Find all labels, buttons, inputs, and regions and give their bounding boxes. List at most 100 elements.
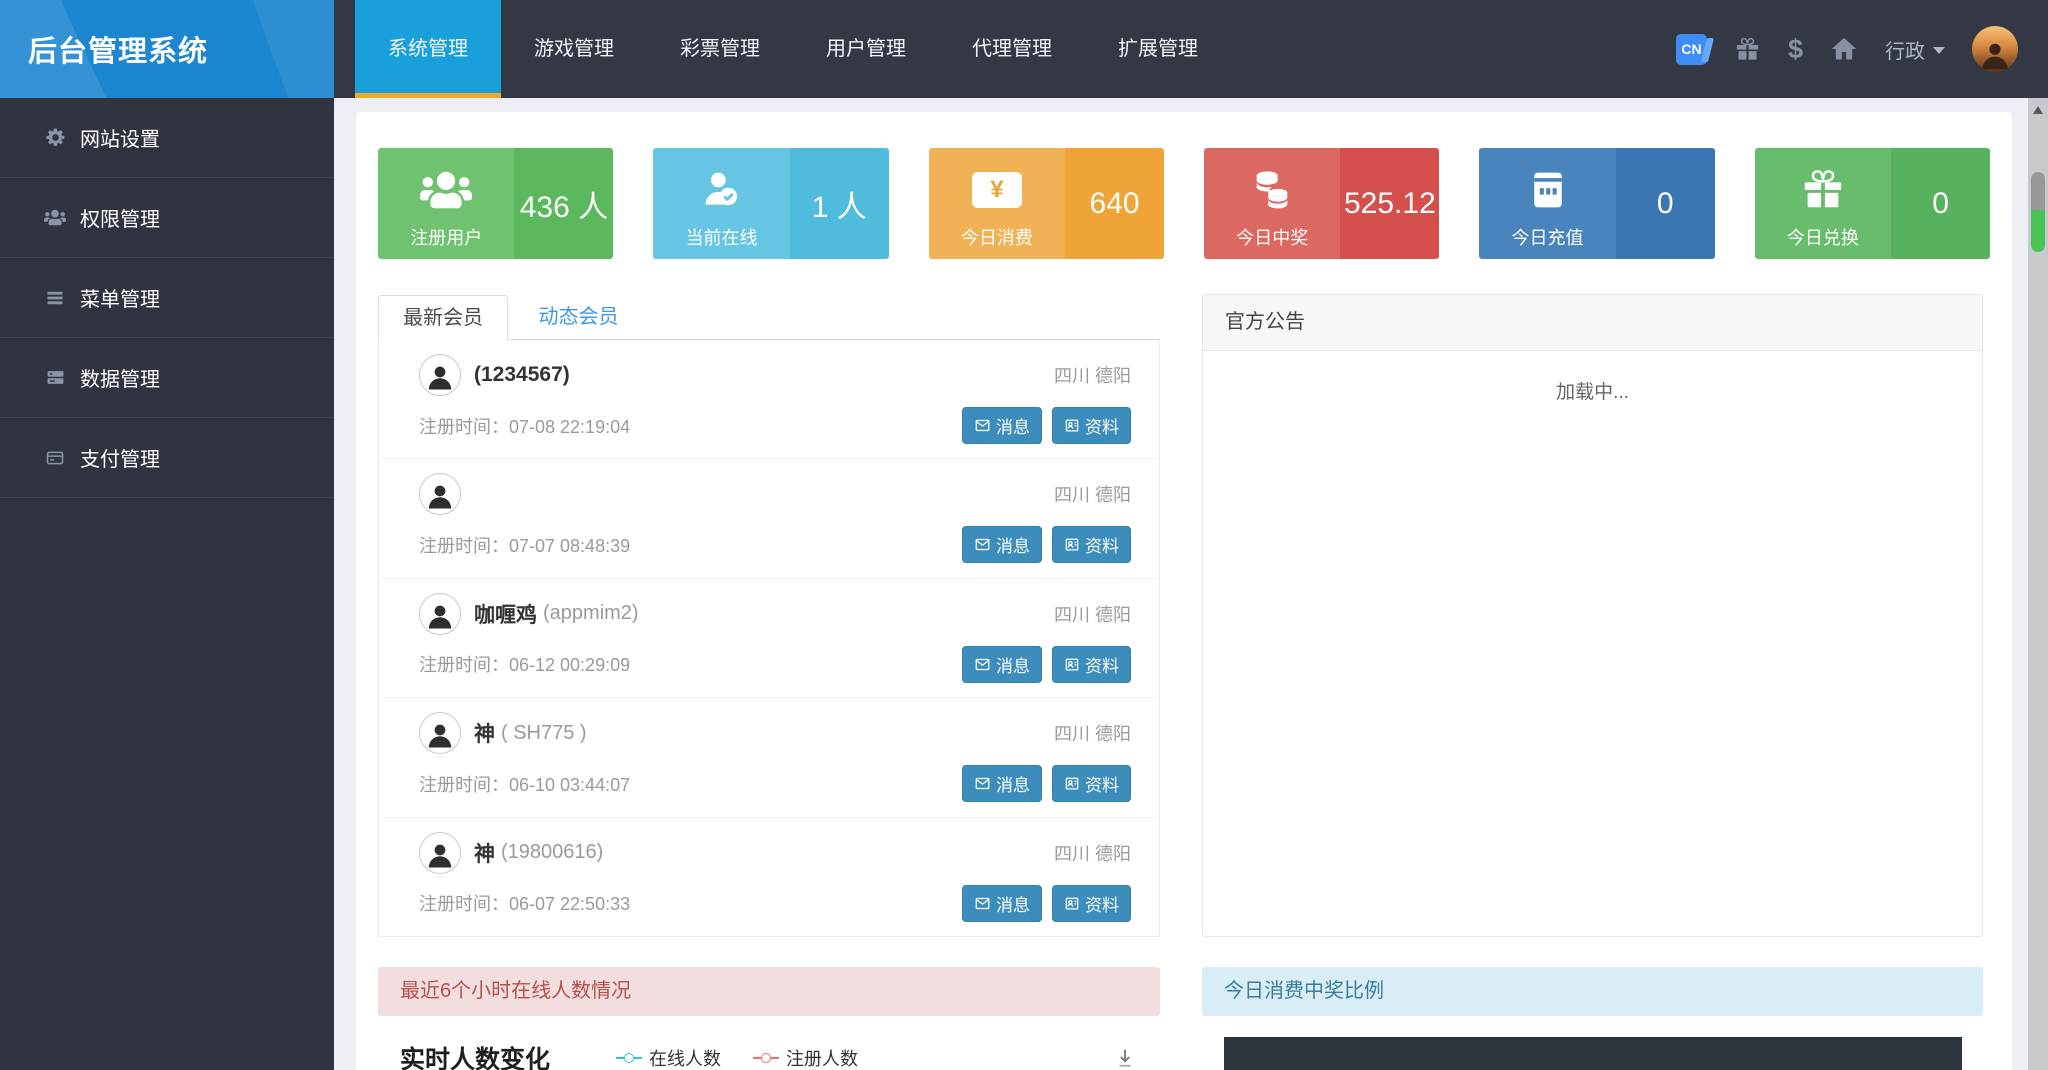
user-check-icon <box>699 162 745 218</box>
member-account: (appmim2) <box>543 602 639 625</box>
stat-value: 525.12 <box>1340 148 1439 259</box>
legend-online-users[interactable]: 在线人数 <box>616 1045 721 1070</box>
message-button[interactable]: 消息 <box>962 765 1042 802</box>
stat-label: 今日充值 <box>1512 224 1584 250</box>
sidebar-item-payment[interactable]: 支付管理 <box>0 418 334 498</box>
nav-tab-label: 用户管理 <box>826 38 906 60</box>
download-icon[interactable] <box>1114 1046 1136 1070</box>
legend-label: 注册人数 <box>786 1045 858 1070</box>
stat-card-today-winnings: 今日中奖 525.12 <box>1204 148 1439 259</box>
active-tab-underline <box>355 93 501 98</box>
calculator-icon <box>1526 162 1570 218</box>
stat-label: 注册用户 <box>410 224 482 250</box>
stat-label: 今日中奖 <box>1236 224 1308 250</box>
nav-tab-label: 游戏管理 <box>534 38 614 60</box>
users-icon <box>420 162 472 218</box>
member-row: 神 ( SH775 ) 四川 德阳 注册时间：06-10 03:44:07 消息… <box>379 698 1159 817</box>
stats-row: 注册用户 436 人 当前在线 1 人 ¥ 今日消费 640 <box>378 148 1990 259</box>
scroll-up-arrow-icon[interactable] <box>2033 106 2043 114</box>
legend-marker-icon <box>753 1053 779 1063</box>
app-title: 后台管理系统 <box>28 28 208 70</box>
realtime-chart-header: 实时人数变化 在线人数 注册人数 <box>378 1028 1160 1070</box>
member-account: (19800616) <box>501 841 603 864</box>
nav-tab-user[interactable]: 用户管理 <box>793 0 939 98</box>
realtime-chart-title: 实时人数变化 <box>400 1040 550 1070</box>
member-row: 神 (19800616) 四川 德阳 注册时间：06-07 22:50:33 消… <box>379 818 1159 936</box>
message-button[interactable]: 消息 <box>962 526 1042 563</box>
top-header: 后台管理系统 系统管理 游戏管理 彩票管理 用户管理 代理管理 扩展管理 CN … <box>0 0 2048 98</box>
home-icon[interactable] <box>1830 35 1858 63</box>
member-name: 咖喱鸡 <box>474 599 537 629</box>
envelope-icon <box>974 776 991 791</box>
profile-button[interactable]: 资料 <box>1052 765 1131 802</box>
message-button[interactable]: 消息 <box>962 646 1042 683</box>
member-location: 四川 德阳 <box>1054 481 1131 507</box>
register-time-label: 注册时间： <box>419 655 509 675</box>
gift-icon[interactable] <box>1734 36 1761 63</box>
language-badge-icon[interactable]: CN <box>1676 34 1707 65</box>
nav-tab-label: 彩票管理 <box>680 38 760 60</box>
members-tab-bar: 最新会员 动态会员 <box>378 294 1160 340</box>
database-icon <box>44 368 66 387</box>
online-hours-banner-text: 最近6个小时在线人数情况 <box>400 980 631 1002</box>
profile-button[interactable]: 资料 <box>1052 407 1131 444</box>
envelope-icon <box>974 418 991 433</box>
announcement-panel: 官方公告 加载中... <box>1202 294 1983 937</box>
profile-button[interactable]: 资料 <box>1052 885 1131 922</box>
sidebar-item-data[interactable]: 数据管理 <box>0 338 334 418</box>
register-time-value: 06-07 22:50:33 <box>509 894 630 914</box>
sidebar-item-label: 菜单管理 <box>80 283 160 312</box>
stat-card-today-consumption: ¥ 今日消费 640 <box>929 148 1164 259</box>
member-avatar <box>419 354 461 396</box>
message-button[interactable]: 消息 <box>962 407 1042 444</box>
content-panel: 注册用户 436 人 当前在线 1 人 ¥ 今日消费 640 <box>356 112 2012 1070</box>
register-time-label: 注册时间： <box>419 417 509 437</box>
register-time-value: 06-10 03:44:07 <box>509 775 630 795</box>
header-actions: CN $ 行政 <box>1676 0 2018 98</box>
sidebar-item-label: 网站设置 <box>80 123 160 152</box>
envelope-icon <box>974 896 991 911</box>
members-list: (1234567) 四川 德阳 注册时间：07-08 22:19:04 消息 资… <box>378 340 1160 937</box>
id-card-icon <box>1064 776 1080 791</box>
ratio-banner: 今日消费中奖比例 <box>1202 967 1983 1016</box>
message-button[interactable]: 消息 <box>962 885 1042 922</box>
coins-icon <box>1249 162 1295 218</box>
main-nav: 系统管理 游戏管理 彩票管理 用户管理 代理管理 扩展管理 <box>355 0 1231 98</box>
id-card-icon <box>1064 537 1080 552</box>
legend-marker-icon <box>616 1053 642 1063</box>
legend-label: 在线人数 <box>649 1045 721 1070</box>
member-location: 四川 德阳 <box>1054 720 1131 746</box>
profile-button[interactable]: 资料 <box>1052 646 1131 683</box>
member-name: 神 <box>474 718 495 748</box>
sidebar-item-label: 支付管理 <box>80 443 160 472</box>
member-row: (1234567) 四川 德阳 注册时间：07-08 22:19:04 消息 资… <box>379 340 1159 459</box>
member-avatar <box>419 473 461 515</box>
scrollbar-thumb[interactable] <box>2031 172 2045 252</box>
sidebar-item-menu[interactable]: 菜单管理 <box>0 258 334 338</box>
legend-registered-users[interactable]: 注册人数 <box>753 1045 858 1070</box>
sidebar-item-label: 权限管理 <box>80 203 160 232</box>
profile-button[interactable]: 资料 <box>1052 526 1131 563</box>
dollar-icon[interactable]: $ <box>1788 34 1803 65</box>
avatar[interactable] <box>1972 26 2018 72</box>
scrollbar[interactable] <box>2028 98 2048 1070</box>
nav-tab-system[interactable]: 系统管理 <box>355 0 501 98</box>
yen-ticket-icon: ¥ <box>972 162 1022 218</box>
sidebar-item-permissions[interactable]: 权限管理 <box>0 178 334 258</box>
register-time-value: 06-12 00:29:09 <box>509 655 630 675</box>
gear-icon <box>44 127 66 148</box>
sidebar-item-site-settings[interactable]: 网站设置 <box>0 98 334 178</box>
stat-card-registered-users: 注册用户 436 人 <box>378 148 613 259</box>
nav-tab-game[interactable]: 游戏管理 <box>501 0 647 98</box>
user-role-dropdown[interactable]: 行政 <box>1885 35 1945 64</box>
nav-tab-extend[interactable]: 扩展管理 <box>1085 0 1231 98</box>
nav-tab-lottery[interactable]: 彩票管理 <box>647 0 793 98</box>
nav-tab-agent[interactable]: 代理管理 <box>939 0 1085 98</box>
tab-active-members[interactable]: 动态会员 <box>538 294 618 340</box>
nav-tab-label: 扩展管理 <box>1118 38 1198 60</box>
tab-newest-members[interactable]: 最新会员 <box>378 295 508 341</box>
stat-value: 640 <box>1065 148 1164 259</box>
register-time-value: 07-07 08:48:39 <box>509 536 630 556</box>
member-location: 四川 德阳 <box>1054 840 1131 866</box>
member-avatar <box>419 712 461 754</box>
